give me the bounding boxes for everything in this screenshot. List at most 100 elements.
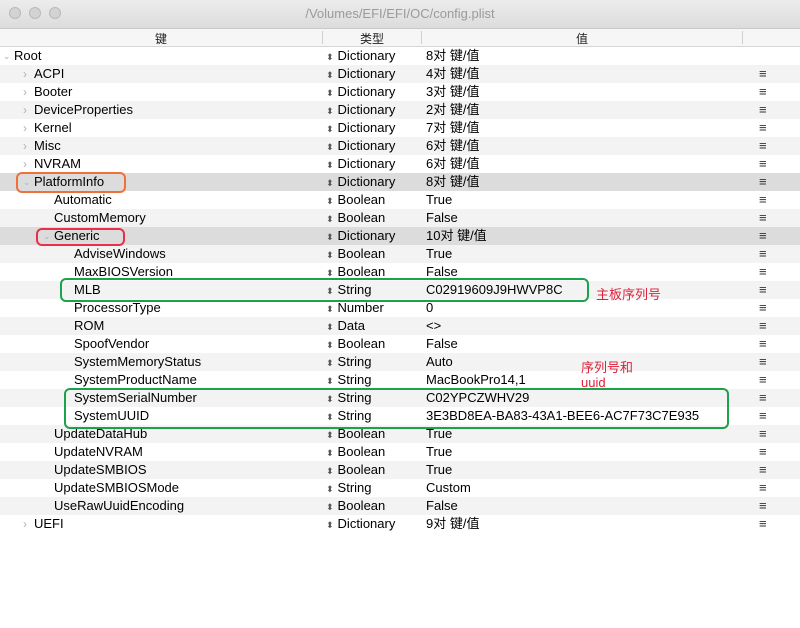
row-menu-icon[interactable]: ≡	[759, 137, 767, 155]
row-type-popup[interactable]: ⬍ Dictionary	[326, 101, 395, 120]
row-key[interactable]: CustomMemory	[54, 209, 146, 227]
row-type-popup[interactable]: ⬍ Boolean	[326, 497, 385, 516]
plist-row[interactable]: UpdateSMBIOS ⬍ Boolean True ≡	[0, 461, 800, 479]
plist-row[interactable]: ROM ⬍ Data <> ≡	[0, 317, 800, 335]
column-header-key[interactable]: 键	[0, 30, 322, 46]
plist-row[interactable]: SystemProductName ⬍ String MacBookPro14,1 ≡	[0, 371, 800, 389]
row-key[interactable]: UseRawUuidEncoding	[54, 497, 184, 515]
row-type-popup[interactable]: ⬍ Dictionary	[326, 47, 395, 66]
row-type-popup[interactable]: ⬍ Dictionary	[326, 227, 395, 246]
row-menu-icon[interactable]: ≡	[759, 425, 767, 443]
row-menu-icon[interactable]: ≡	[759, 263, 767, 281]
row-key[interactable]: Booter	[34, 83, 72, 101]
row-key[interactable]: UpdateSMBIOSMode	[54, 479, 179, 497]
row-key[interactable]: ACPI	[34, 65, 64, 83]
row-key[interactable]: SystemProductName	[74, 371, 197, 389]
row-value[interactable]: 6对 键/值	[426, 155, 479, 173]
row-type-popup[interactable]: ⬍ String	[326, 353, 372, 372]
row-key[interactable]: Misc	[34, 137, 61, 155]
plist-row[interactable]: ⌄ Root ⬍ Dictionary 8对 键/值	[0, 47, 800, 65]
plist-row[interactable]: › Booter ⬍ Dictionary 3对 键/值 ≡	[0, 83, 800, 101]
row-type-popup[interactable]: ⬍ Boolean	[326, 209, 385, 228]
row-type-popup[interactable]: ⬍ Dictionary	[326, 137, 395, 156]
row-value[interactable]: Auto	[426, 353, 453, 371]
row-menu-icon[interactable]: ≡	[759, 389, 767, 407]
row-key[interactable]: NVRAM	[34, 155, 81, 173]
row-value[interactable]: MacBookPro14,1	[426, 371, 526, 389]
row-value[interactable]: <>	[426, 317, 441, 335]
column-divider[interactable]	[742, 31, 743, 44]
row-value[interactable]: False	[426, 209, 458, 227]
row-menu-icon[interactable]: ≡	[759, 173, 767, 191]
row-menu-icon[interactable]: ≡	[759, 371, 767, 389]
column-header-type[interactable]: 类型	[323, 30, 421, 46]
row-value[interactable]: 4对 键/值	[426, 65, 479, 83]
row-menu-icon[interactable]: ≡	[759, 335, 767, 353]
row-value[interactable]: 6对 键/值	[426, 137, 479, 155]
row-key[interactable]: AdviseWindows	[74, 245, 166, 263]
plist-row[interactable]: Automatic ⬍ Boolean True ≡	[0, 191, 800, 209]
row-menu-icon[interactable]: ≡	[759, 227, 767, 245]
row-menu-icon[interactable]: ≡	[759, 101, 767, 119]
row-menu-icon[interactable]: ≡	[759, 65, 767, 83]
row-key[interactable]: SpoofVendor	[74, 335, 149, 353]
row-type-popup[interactable]: ⬍ String	[326, 479, 372, 498]
row-menu-icon[interactable]: ≡	[759, 209, 767, 227]
row-type-popup[interactable]: ⬍ Boolean	[326, 335, 385, 354]
row-key[interactable]: SystemMemoryStatus	[74, 353, 201, 371]
row-value[interactable]: True	[426, 191, 452, 209]
plist-row[interactable]: UseRawUuidEncoding ⬍ Boolean False ≡	[0, 497, 800, 515]
row-value[interactable]: False	[426, 497, 458, 515]
row-type-popup[interactable]: ⬍ Dictionary	[326, 65, 395, 84]
row-menu-icon[interactable]: ≡	[759, 443, 767, 461]
plist-row[interactable]: › NVRAM ⬍ Dictionary 6对 键/值 ≡	[0, 155, 800, 173]
plist-row[interactable]: › Misc ⬍ Dictionary 6对 键/值 ≡	[0, 137, 800, 155]
row-type-popup[interactable]: ⬍ Dictionary	[326, 119, 395, 138]
row-type-popup[interactable]: ⬍ Boolean	[326, 245, 385, 264]
row-value[interactable]: True	[426, 245, 452, 263]
row-menu-icon[interactable]: ≡	[759, 245, 767, 263]
plist-row[interactable]: › ACPI ⬍ Dictionary 4对 键/值 ≡	[0, 65, 800, 83]
row-value[interactable]: 7对 键/值	[426, 119, 479, 137]
row-type-popup[interactable]: ⬍ Boolean	[326, 443, 385, 462]
plist-row[interactable]: › UEFI ⬍ Dictionary 9对 键/值 ≡	[0, 515, 800, 533]
column-header-value[interactable]: 值	[422, 30, 742, 46]
row-type-popup[interactable]: ⬍ Dictionary	[326, 155, 395, 174]
row-menu-icon[interactable]: ≡	[759, 299, 767, 317]
row-key[interactable]: Kernel	[34, 119, 72, 137]
row-menu-icon[interactable]: ≡	[759, 191, 767, 209]
row-type-popup[interactable]: ⬍ Data	[326, 317, 365, 336]
row-menu-icon[interactable]: ≡	[759, 353, 767, 371]
plist-row[interactable]: SystemMemoryStatus ⬍ String Auto ≡	[0, 353, 800, 371]
row-key[interactable]: UpdateNVRAM	[54, 443, 143, 461]
row-menu-icon[interactable]: ≡	[759, 119, 767, 137]
row-value[interactable]: True	[426, 443, 452, 461]
row-value[interactable]: 8对 键/值	[426, 173, 479, 191]
row-menu-icon[interactable]: ≡	[759, 155, 767, 173]
row-value[interactable]: 10对 键/值	[426, 227, 487, 245]
row-menu-icon[interactable]: ≡	[759, 281, 767, 299]
row-type-popup[interactable]: ⬍ Dictionary	[326, 173, 395, 192]
row-type-popup[interactable]: ⬍ Dictionary	[326, 83, 395, 102]
plist-row[interactable]: UpdateNVRAM ⬍ Boolean True ≡	[0, 443, 800, 461]
row-key[interactable]: UpdateSMBIOS	[54, 461, 147, 479]
row-value[interactable]: 3对 键/值	[426, 83, 479, 101]
row-type-popup[interactable]: ⬍ Dictionary	[326, 515, 395, 534]
plist-row[interactable]: AdviseWindows ⬍ Boolean True ≡	[0, 245, 800, 263]
plist-row[interactable]: › Kernel ⬍ Dictionary 7对 键/值 ≡	[0, 119, 800, 137]
plist-row[interactable]: › DeviceProperties ⬍ Dictionary 2对 键/值 ≡	[0, 101, 800, 119]
row-value[interactable]: True	[426, 461, 452, 479]
row-menu-icon[interactable]: ≡	[759, 461, 767, 479]
row-menu-icon[interactable]: ≡	[759, 515, 767, 533]
row-menu-icon[interactable]: ≡	[759, 317, 767, 335]
row-menu-icon[interactable]: ≡	[759, 479, 767, 497]
row-type-popup[interactable]: ⬍ Boolean	[326, 461, 385, 480]
row-value[interactable]: Custom	[426, 479, 471, 497]
row-menu-icon[interactable]: ≡	[759, 497, 767, 515]
row-menu-icon[interactable]: ≡	[759, 407, 767, 425]
plist-row[interactable]: SpoofVendor ⬍ Boolean False ≡	[0, 335, 800, 353]
row-type-popup[interactable]: ⬍ Boolean	[326, 191, 385, 210]
row-value[interactable]: False	[426, 335, 458, 353]
row-value[interactable]: 2对 键/值	[426, 101, 479, 119]
row-value[interactable]: 9对 键/值	[426, 515, 479, 533]
